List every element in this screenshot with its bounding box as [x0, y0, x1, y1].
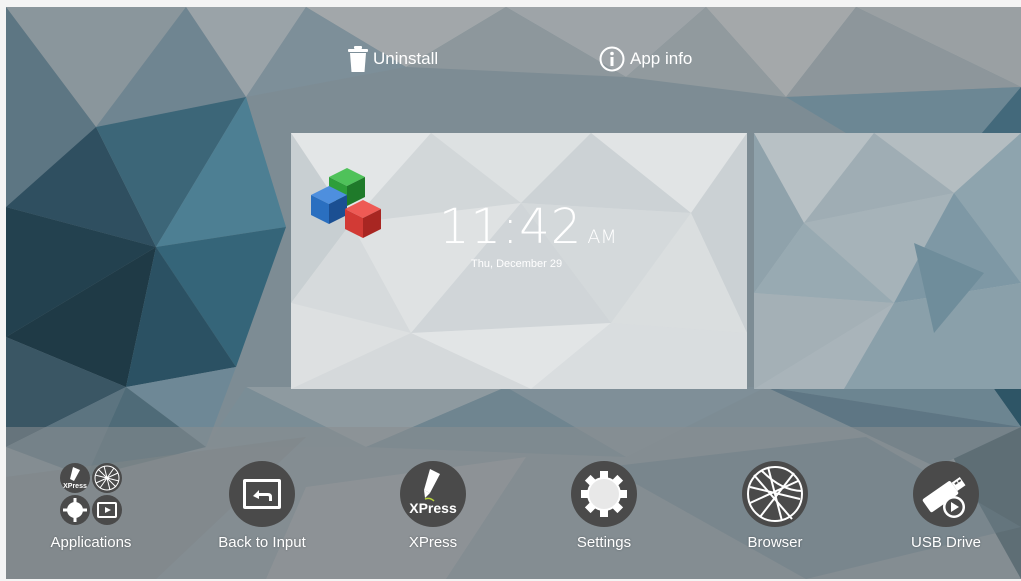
svg-text:XPress: XPress [63, 483, 87, 490]
trash-icon [348, 46, 368, 72]
dock-label-xpress: XPress [408, 534, 458, 551]
dock-usb-drive[interactable]: USB Drive [871, 461, 1021, 551]
info-icon [599, 46, 625, 72]
xpress-pen-icon: XPress [400, 461, 466, 527]
clock-display: 11:42 AM [439, 199, 617, 255]
clock-date: Thu, December 29 [471, 258, 563, 270]
next-home-panel[interactable] [754, 133, 1021, 389]
dock-label-settings: Settings [576, 534, 632, 551]
dock-label-usb-drive: USB Drive [910, 534, 981, 551]
app-info-button[interactable]: App info [598, 45, 692, 73]
dock-label-back-to-input: Back to Input [218, 534, 306, 551]
gear-icon [571, 461, 637, 527]
dock-browser[interactable]: Browser [700, 461, 850, 551]
app-info-label: App info [630, 49, 693, 68]
dock-label-applications: Applications [50, 534, 132, 551]
uninstall-label: Uninstall [373, 49, 439, 68]
dock-back-to-input[interactable]: Back to Input [187, 461, 337, 551]
home-screen: Uninstall App info 11:42 AM Thu, Decembe… [6, 7, 1021, 579]
uninstall-button[interactable]: Uninstall [347, 45, 438, 73]
dock-applications[interactable]: XPress Applications [16, 461, 166, 551]
cubes-logo-icon [311, 168, 381, 238]
back-to-input-icon [229, 461, 295, 527]
dock-label-browser: Browser [747, 534, 803, 551]
next-panel-background [754, 133, 1021, 389]
clock-widget[interactable]: 11:42 AM Thu, December 29 [291, 133, 747, 389]
clock-time: 11:42 [439, 199, 583, 255]
globe-icon [742, 461, 808, 527]
dock-xpress[interactable]: XPress XPress [358, 461, 508, 551]
clock-ampm: AM [587, 226, 617, 248]
dock-settings[interactable]: Settings [529, 461, 679, 551]
usb-drive-icon [913, 461, 979, 527]
applications-grid-icon: XPress [60, 463, 122, 525]
xpress-icon-text: XPress [409, 500, 457, 516]
